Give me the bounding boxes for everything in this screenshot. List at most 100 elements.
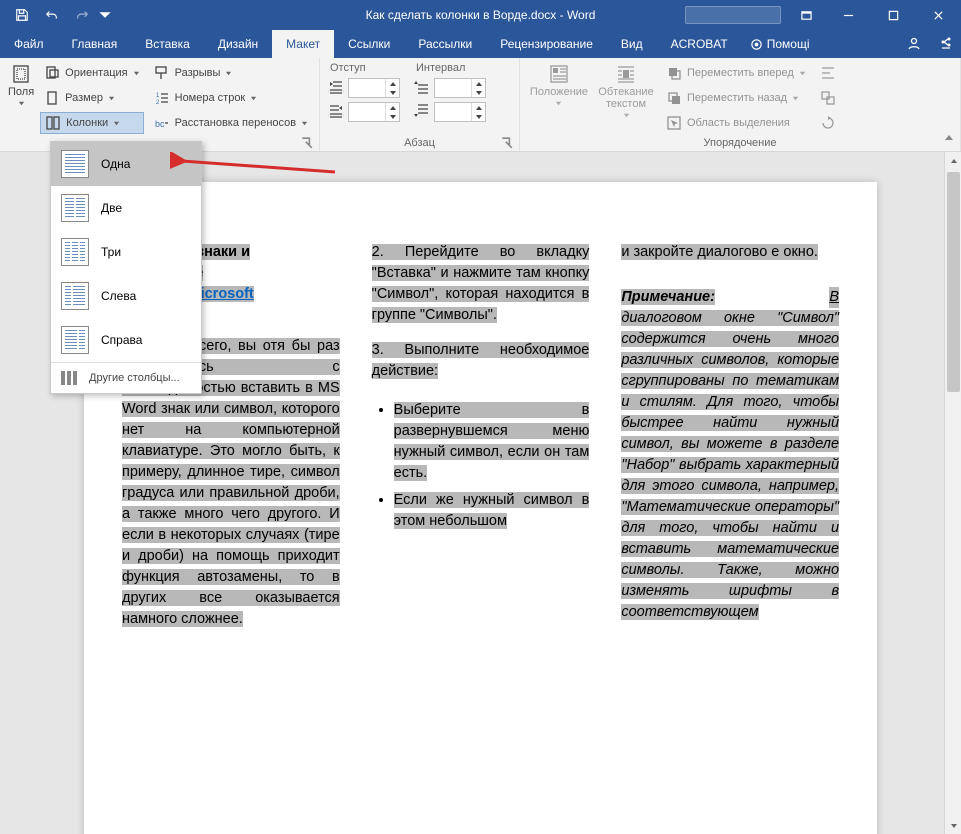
columns-icon	[45, 115, 61, 131]
group-objects-button[interactable]	[816, 87, 846, 109]
arrange-group-label: Упорядочение	[704, 137, 777, 149]
share-icon[interactable]	[939, 36, 953, 53]
tab-insert[interactable]: Вставка	[131, 30, 204, 58]
position-button[interactable]: Положение	[528, 62, 590, 135]
columns-label: Колонки	[66, 117, 108, 129]
indent-left-input[interactable]	[348, 78, 400, 98]
group-page-setup: Поля Ориентация Размер Колонки	[0, 58, 320, 151]
scroll-thumb[interactable]	[947, 172, 960, 392]
document-page[interactable]: обавляем знаки и ециальные мволы в Micro…	[84, 182, 877, 834]
redo-button[interactable]	[68, 1, 96, 29]
columns-option-left[interactable]: Слева	[51, 274, 201, 318]
columns-three-label: Три	[101, 245, 121, 259]
rotate-button[interactable]	[816, 112, 846, 134]
indent-right-icon[interactable]	[328, 103, 344, 122]
hyphenation-button[interactable]: bc Расстановка переносов	[150, 112, 312, 134]
line-numbers-button[interactable]: 12 Номера строк	[150, 87, 312, 109]
bring-forward-label: Переместить вперед	[687, 67, 794, 79]
spacing-before-icon[interactable]	[414, 79, 430, 98]
indent-label: Отступ	[328, 62, 400, 74]
paragraph-launcher[interactable]	[501, 137, 513, 149]
col2-p2: 2. Перейдите во вкладку "Вставка" и нажм…	[372, 244, 590, 323]
user-account-box[interactable]	[685, 6, 781, 24]
line-numbers-icon: 12	[154, 90, 170, 106]
columns-option-right[interactable]: Справа	[51, 318, 201, 362]
window-title: Как сделать колонки в Ворде.docx - Word	[366, 8, 596, 22]
ribbon-display-options-button[interactable]	[786, 0, 826, 30]
columns-option-two[interactable]: Две	[51, 186, 201, 230]
account-icon[interactable]	[907, 36, 921, 53]
send-backward-button[interactable]: Переместить назад	[662, 87, 810, 109]
align-button[interactable]	[816, 62, 846, 84]
tell-me-label: Помощі	[767, 37, 810, 51]
breaks-button[interactable]: Разрывы	[150, 62, 312, 84]
col2-li1: Выберите в развернувшемся меню нужный си…	[394, 402, 590, 481]
quick-access-toolbar	[0, 1, 112, 29]
tab-mailings[interactable]: Рассылки	[404, 30, 486, 58]
wrap-text-button[interactable]: Обтекание текстом	[596, 62, 656, 135]
three-column-icon	[61, 238, 89, 266]
selection-pane-button[interactable]: Область выделения	[662, 112, 810, 134]
two-column-icon	[61, 194, 89, 222]
title-bar: Как сделать колонки в Ворде.docx - Word	[0, 0, 961, 30]
scroll-up-button[interactable]	[945, 152, 961, 169]
position-label: Положение	[530, 86, 588, 98]
col3-top: и закройте диалогово е окно.	[621, 244, 818, 260]
vertical-scrollbar[interactable]	[944, 152, 961, 834]
svg-text:2: 2	[156, 100, 160, 106]
note-label: Примечание:	[621, 289, 715, 305]
indent-right-input[interactable]	[348, 102, 400, 122]
columns-option-one[interactable]: Одна	[51, 142, 201, 186]
tab-design[interactable]: Дизайн	[204, 30, 272, 58]
maximize-button[interactable]	[871, 0, 916, 30]
columns-option-more[interactable]: Другие столбцы...	[51, 363, 201, 393]
columns-option-three[interactable]: Три	[51, 230, 201, 274]
undo-button[interactable]	[38, 1, 66, 29]
send-backward-label: Переместить назад	[687, 92, 787, 104]
bring-forward-button[interactable]: Переместить вперед	[662, 62, 810, 84]
tab-review[interactable]: Рецензирование	[486, 30, 607, 58]
spacing-after-input[interactable]	[434, 102, 486, 122]
note-body: диалоговом окне "Символ" содержится очен…	[621, 310, 839, 620]
margins-button[interactable]: Поля	[8, 62, 34, 147]
spacing-before-input[interactable]	[434, 78, 486, 98]
tell-me-box[interactable]: Помощі	[750, 30, 810, 58]
qat-customize-button[interactable]	[98, 1, 112, 29]
tab-layout[interactable]: Макет	[272, 30, 334, 58]
group-paragraph: Отступ Интервал	[320, 58, 520, 151]
tab-file[interactable]: Файл	[0, 30, 58, 58]
col2-p3: 3. Выполните необходимое действие:	[372, 342, 590, 379]
collapse-ribbon-button[interactable]	[943, 132, 955, 147]
close-button[interactable]	[916, 0, 961, 30]
ribbon-tabs: Файл Главная Вставка Дизайн Макет Ссылки…	[0, 30, 961, 58]
svg-text:bc: bc	[155, 119, 165, 129]
columns-more-label: Другие столбцы...	[89, 372, 180, 384]
doc-column-3: и закройте диалогово е окно. Примечание:…	[621, 242, 839, 630]
ribbon: Поля Ориентация Размер Колонки	[0, 58, 961, 152]
tab-home[interactable]: Главная	[58, 30, 132, 58]
more-columns-icon	[61, 371, 81, 385]
tab-references[interactable]: Ссылки	[334, 30, 404, 58]
minimize-button[interactable]	[826, 0, 871, 30]
scroll-down-button[interactable]	[945, 817, 961, 834]
size-icon	[44, 90, 60, 106]
size-button[interactable]: Размер	[40, 87, 143, 109]
send-backward-icon	[666, 90, 682, 106]
orientation-label: Ориентация	[65, 67, 127, 79]
hyphenation-icon: bc	[154, 115, 170, 131]
page-setup-launcher[interactable]	[301, 137, 313, 149]
wrap-text-label: Обтекание текстом	[598, 86, 653, 110]
orientation-button[interactable]: Ориентация	[40, 62, 143, 84]
selection-pane-label: Область выделения	[687, 117, 790, 129]
columns-dropdown-menu: Одна Две Три Слева Справа Другие столбцы…	[50, 141, 202, 394]
tab-view[interactable]: Вид	[607, 30, 657, 58]
col2-li2: Если же нужный символ в этом небольшом	[394, 492, 590, 529]
indent-left-icon[interactable]	[328, 79, 344, 98]
columns-right-label: Справа	[101, 333, 142, 347]
columns-left-label: Слева	[101, 289, 136, 303]
columns-button[interactable]: Колонки	[40, 112, 143, 134]
one-column-icon	[61, 150, 89, 178]
save-button[interactable]	[8, 1, 36, 29]
spacing-after-icon[interactable]	[414, 103, 430, 122]
tab-acrobat[interactable]: ACROBAT	[657, 30, 742, 58]
